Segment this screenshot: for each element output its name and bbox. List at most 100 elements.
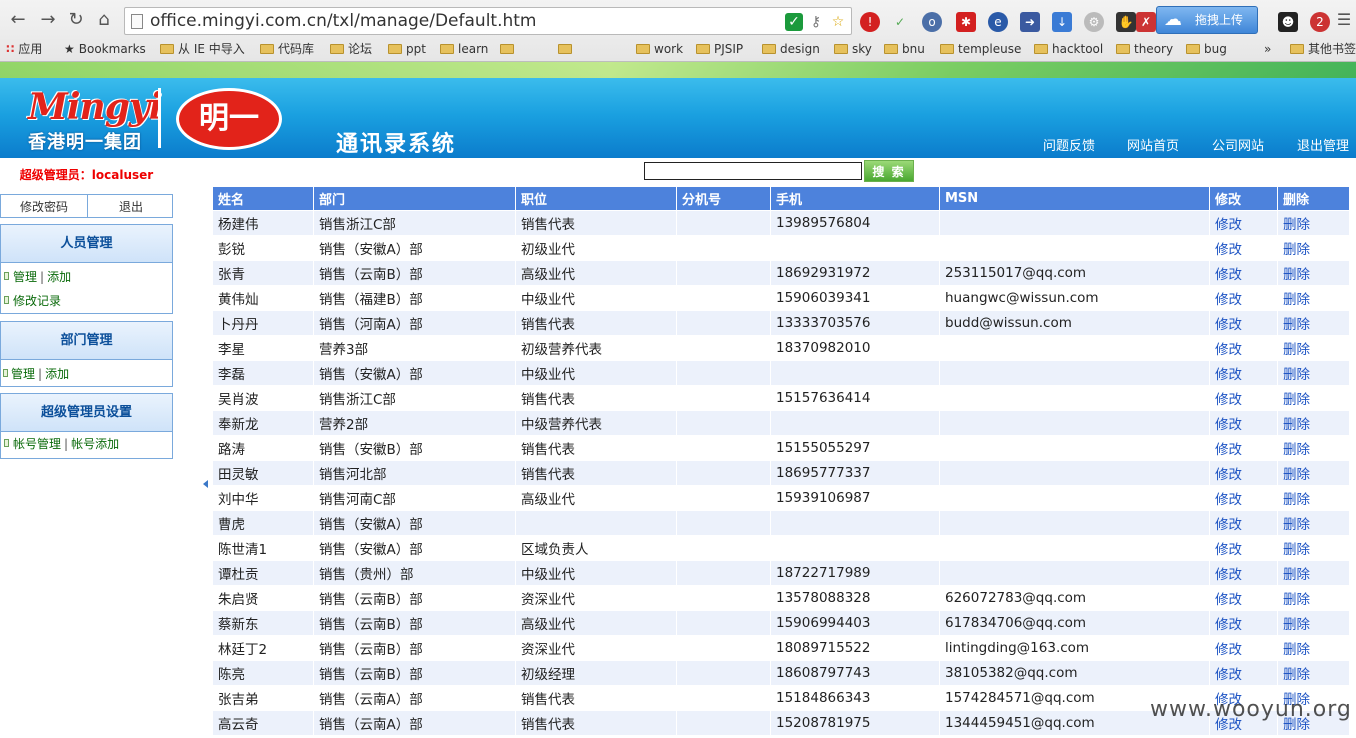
gear-extension-icon[interactable]: ⚙ [1084,12,1104,32]
bookmark-work[interactable]: work [636,40,683,58]
address-bar[interactable]: office.mingyi.com.cn/txl/manage/Default.… [124,7,852,35]
edit-link[interactable]: 修改 [1209,510,1278,536]
edit-link[interactable]: 修改 [1209,410,1278,436]
department-manage-link[interactable]: 管理 [11,367,35,381]
other-bookmarks[interactable]: 其他书签 [1290,40,1356,58]
nav-logout[interactable]: 退出管理 [1297,135,1349,154]
bookmark-templeuse[interactable]: templeuse [940,40,1021,58]
nav-company-site[interactable]: 公司网站 [1212,135,1264,154]
bookmark-bnu[interactable]: bnu [884,40,925,58]
account-manage-link[interactable]: 帐号管理 [13,437,61,451]
delete-link[interactable]: 删除 [1277,310,1350,336]
forward-icon[interactable]: → [36,8,60,32]
change-password-link[interactable]: 修改密码 [1,198,87,215]
circle-extension-icon[interactable]: o [922,12,942,32]
edit-link[interactable]: 修改 [1209,635,1278,661]
check-icon[interactable]: ✓ [890,12,910,32]
delete-link[interactable]: 删除 [1277,285,1350,311]
sidebar-toggle[interactable] [200,158,212,738]
adblock-icon[interactable]: ! [860,12,880,32]
cross-extension-icon[interactable]: ✱ [956,12,976,32]
delete-link[interactable]: 删除 [1277,535,1350,561]
delete-link[interactable]: 删除 [1277,435,1350,461]
edit-link[interactable]: 修改 [1209,435,1278,461]
delete-link[interactable]: 删除 [1277,660,1350,686]
delete-link[interactable]: 删除 [1277,585,1350,611]
delete-link[interactable]: 删除 [1277,460,1350,486]
edit-link[interactable]: 修改 [1209,210,1278,236]
apps-bookmark[interactable]: ∷ 应用 [6,40,42,58]
edit-link[interactable]: 修改 [1209,660,1278,686]
menu-icon[interactable]: ☰ [1332,8,1356,32]
shield-icon[interactable]: ✓ [785,13,803,31]
hand-extension-icon[interactable]: ✋ [1116,12,1136,32]
bookmark-sky[interactable]: sky [834,40,872,58]
edit-link[interactable]: 修改 [1209,335,1278,361]
bookmarks-bookmark[interactable]: ★ Bookmarks [64,40,146,58]
edit-link[interactable]: 修改 [1209,585,1278,611]
edit-link[interactable]: 修改 [1209,535,1278,561]
bookmark-ie-import[interactable]: 从 IE 中导入 [160,40,245,58]
ie-tab-icon[interactable]: e [988,12,1008,32]
edit-link[interactable]: 修改 [1209,360,1278,386]
bookmark-forum[interactable]: 论坛 [330,40,372,58]
collapse-arrow-icon[interactable] [203,480,208,488]
nav-home[interactable]: 网站首页 [1127,135,1179,154]
edit-link[interactable]: 修改 [1209,310,1278,336]
reload-icon[interactable]: ↻ [64,8,88,32]
search-button[interactable]: 搜 索 [864,160,914,182]
bookmark-hacktool[interactable]: hacktool [1034,40,1103,58]
bookmark-ppt[interactable]: ppt [388,40,426,58]
delete-link[interactable]: 删除 [1277,260,1350,286]
delete-link[interactable]: 删除 [1277,610,1350,636]
bookmark-code[interactable]: 代码库 [260,40,314,58]
edit-link[interactable]: 修改 [1209,560,1278,586]
download-extension-icon[interactable]: ↓ [1052,12,1072,32]
edit-link[interactable]: 修改 [1209,460,1278,486]
personnel-add-link[interactable]: 添加 [47,270,71,284]
star-icon[interactable]: ☆ [829,13,847,31]
delete-link[interactable]: 删除 [1277,335,1350,361]
delete-link[interactable]: 删除 [1277,385,1350,411]
url-text[interactable]: office.mingyi.com.cn/txl/manage/Default.… [150,10,536,32]
edit-link[interactable]: 修改 [1209,485,1278,511]
nav-feedback[interactable]: 问题反馈 [1043,135,1095,154]
personnel-manage-link[interactable]: 管理 [13,270,37,284]
department-add-link[interactable]: 添加 [45,367,69,381]
edit-link[interactable]: 修改 [1209,260,1278,286]
bookmark-theory[interactable]: theory [1116,40,1173,58]
table-row: 卜丹丹 销售（河南A）部 销售代表 13333703576 budd@wissun.co… [212,310,1350,336]
edit-link[interactable]: 修改 [1209,235,1278,261]
search-input[interactable] [644,162,862,180]
edit-link[interactable]: 修改 [1209,610,1278,636]
notification-extension-icon[interactable]: 2 [1310,12,1330,32]
edit-history-link[interactable]: 修改记录 [13,294,61,308]
delete-link[interactable]: 删除 [1277,360,1350,386]
bookmark-folder[interactable] [558,40,576,58]
edit-link[interactable]: 修改 [1209,385,1278,411]
bookmark-folder[interactable] [500,40,518,58]
delete-link[interactable]: 删除 [1277,560,1350,586]
tool-extension-icon[interactable]: ✗ [1136,12,1156,32]
delete-link[interactable]: 删除 [1277,510,1350,536]
mask-extension-icon[interactable]: ☻ [1278,12,1298,32]
back-icon[interactable]: ← [6,8,30,32]
delete-link[interactable]: 删除 [1277,235,1350,261]
delete-link[interactable]: 删除 [1277,635,1350,661]
forward-extension-icon[interactable]: ➜ [1020,12,1040,32]
cell-position: 高级业代 [515,260,677,286]
drag-upload-button[interactable]: ☁ 拖拽上传 [1156,6,1258,34]
account-add-link[interactable]: 帐号添加 [71,437,119,451]
bookmark-bug[interactable]: bug [1186,40,1227,58]
delete-link[interactable]: 删除 [1277,410,1350,436]
bookmark-pjsip[interactable]: PJSIP [696,40,743,58]
delete-link[interactable]: 删除 [1277,210,1350,236]
key-icon[interactable]: ⚷ [807,13,825,31]
delete-link[interactable]: 删除 [1277,485,1350,511]
bookmarks-overflow-chevron[interactable]: » [1264,40,1271,58]
bookmark-learn[interactable]: learn [440,40,488,58]
logout-link[interactable]: 退出 [88,198,174,215]
home-icon[interactable]: ⌂ [92,8,116,32]
edit-link[interactable]: 修改 [1209,285,1278,311]
bookmark-design[interactable]: design [762,40,820,58]
